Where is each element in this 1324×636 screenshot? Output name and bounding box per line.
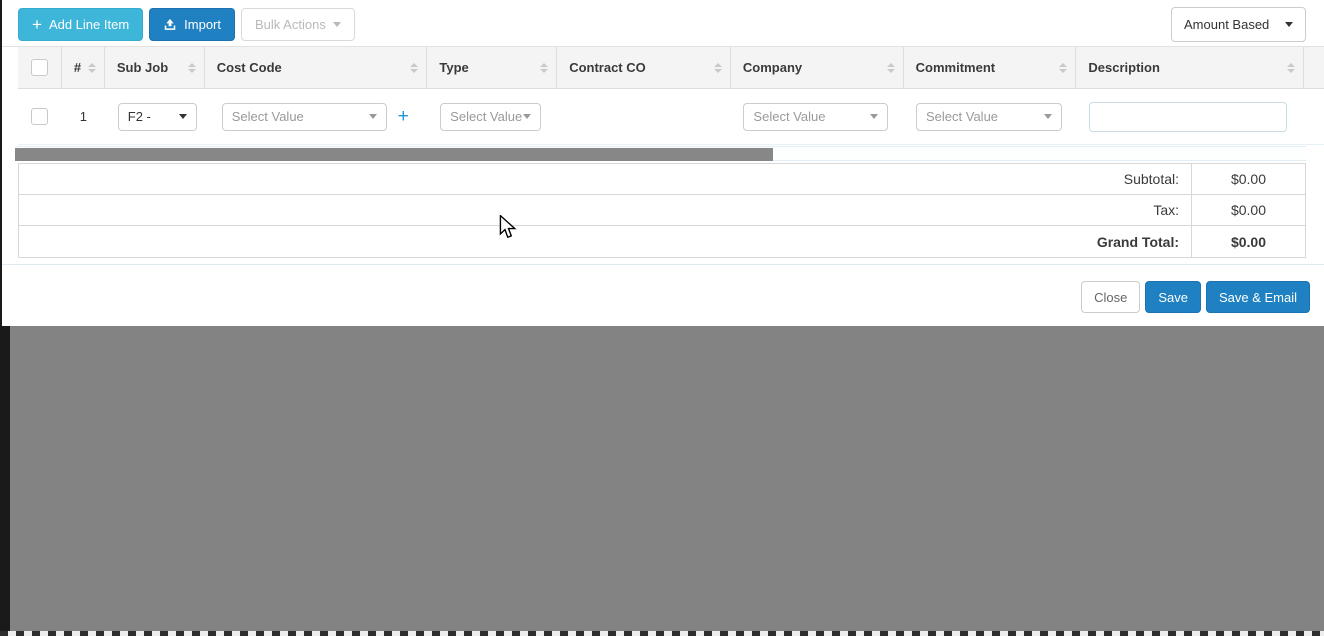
sort-icon[interactable] — [708, 62, 722, 73]
view-mode-select[interactable]: Amount Based — [1171, 7, 1306, 42]
totals-summary: Subtotal: $0.00 Tax: $0.00 Grand Total: … — [18, 163, 1306, 258]
sort-icon[interactable] — [404, 62, 419, 73]
tax-row: Tax: $0.00 — [19, 195, 1305, 226]
type-placeholder: Select Value — [450, 109, 523, 124]
window-left-edge — [0, 0, 2, 326]
toolbar: + Add Line Item Import Bulk Actions — [18, 8, 355, 41]
horizontal-scrollbar-track[interactable] — [15, 146, 1306, 161]
grand-total-row: Grand Total: $0.00 — [19, 226, 1305, 257]
sort-icon[interactable] — [881, 62, 895, 73]
subtotal-value: $0.00 — [1191, 164, 1305, 194]
bulk-actions-label: Bulk Actions — [255, 17, 326, 32]
row-commitment-cell: Select Value — [903, 89, 1076, 144]
tax-value: $0.00 — [1191, 195, 1305, 225]
header-commitment-label: Commitment — [915, 60, 996, 75]
tax-label: Tax: — [1153, 202, 1179, 218]
subtotal-row: Subtotal: $0.00 — [19, 164, 1305, 195]
commitment-select[interactable]: Select Value — [916, 102, 1062, 131]
grand-total-label: Grand Total: — [1096, 233, 1179, 250]
footer-actions: Close Save Save & Email — [1081, 281, 1310, 313]
cost-code-select[interactable]: Select Value — [221, 102, 387, 131]
header-checkbox-cell — [18, 47, 62, 88]
subtotal-label: Subtotal: — [1123, 171, 1179, 187]
header-sub-job: Sub Job — [105, 47, 205, 88]
import-button[interactable]: Import — [149, 8, 235, 41]
sort-icon[interactable] — [534, 62, 549, 73]
header-contract-co: Contract CO — [557, 47, 731, 88]
sort-icon[interactable] — [82, 62, 96, 73]
row-contract-co-cell — [557, 89, 731, 144]
caret-down-icon — [332, 22, 341, 27]
header-cost-code-label: Cost Code — [216, 60, 282, 75]
bulk-actions-button[interactable]: Bulk Actions — [241, 8, 355, 41]
overlay-left-strip — [0, 326, 10, 636]
table-row: 1 F2 - Select Value + Select Value Selec… — [18, 89, 1324, 145]
row-number: 1 — [79, 109, 87, 124]
row-sub-job-cell: F2 - — [105, 89, 205, 144]
save-and-email-button[interactable]: Save & Email — [1205, 281, 1310, 313]
grand-total-value: $0.00 — [1191, 226, 1305, 257]
header-number: # — [62, 47, 105, 88]
caret-down-icon — [368, 114, 377, 119]
caret-down-icon — [870, 114, 879, 119]
header-type: Type — [427, 47, 558, 88]
view-mode-value: Amount Based — [1184, 17, 1270, 32]
caret-down-icon — [178, 114, 187, 119]
sort-icon[interactable] — [1281, 62, 1295, 73]
row-number-cell: 1 — [62, 89, 105, 144]
row-overflow-sliver — [1303, 89, 1324, 144]
header-commitment: Commitment — [904, 47, 1077, 88]
header-description: Description — [1076, 47, 1304, 88]
row-type-cell: Select Value — [427, 89, 557, 144]
row-company-cell: Select Value — [730, 89, 903, 144]
row-checkbox[interactable] — [31, 108, 49, 125]
selection-dashed-border — [0, 631, 1324, 636]
modal-overlay-background — [0, 326, 1324, 636]
horizontal-scrollbar-thumb[interactable] — [15, 148, 773, 161]
caret-down-icon — [523, 114, 532, 119]
sort-icon[interactable] — [1053, 62, 1068, 73]
header-overflow-sliver — [1304, 47, 1324, 88]
add-cost-code-button[interactable]: + — [398, 107, 409, 126]
add-line-item-label: Add Line Item — [48, 17, 130, 32]
company-placeholder: Select Value — [753, 109, 826, 124]
description-input[interactable] — [1088, 101, 1287, 132]
header-company-label: Company — [742, 60, 803, 75]
line-items-table: # Sub Job Cost Code Type Contract CO Com… — [18, 47, 1324, 145]
type-select[interactable]: Select Value — [440, 102, 542, 131]
header-company: Company — [731, 47, 904, 88]
header-type-label: Type — [439, 60, 469, 75]
add-line-item-button[interactable]: + Add Line Item — [18, 8, 144, 41]
caret-down-icon — [1044, 114, 1052, 119]
sub-job-select[interactable]: F2 - — [117, 102, 197, 131]
import-label: Import — [184, 17, 221, 32]
close-button[interactable]: Close — [1081, 281, 1141, 313]
select-all-checkbox[interactable] — [30, 59, 48, 76]
plus-icon: + — [32, 15, 42, 34]
row-description-cell — [1076, 89, 1303, 144]
footer-divider — [0, 264, 1324, 265]
upload-icon — [163, 18, 177, 32]
header-sub-job-label: Sub Job — [116, 60, 169, 75]
header-number-label: # — [73, 60, 82, 75]
save-button[interactable]: Save — [1145, 281, 1201, 313]
header-description-label: Description — [1088, 60, 1160, 75]
commitment-placeholder: Select Value — [926, 109, 999, 124]
table-header-row: # Sub Job Cost Code Type Contract CO Com… — [18, 47, 1324, 89]
cost-code-placeholder: Select Value — [231, 109, 304, 124]
row-cost-code-cell: Select Value + — [205, 89, 427, 144]
sort-icon[interactable] — [182, 62, 196, 73]
sub-job-value: F2 - — [127, 109, 151, 124]
header-cost-code: Cost Code — [205, 47, 428, 88]
header-contract-co-label: Contract CO — [569, 60, 646, 75]
row-checkbox-cell — [18, 89, 62, 144]
caret-down-icon — [1285, 22, 1293, 27]
company-select[interactable]: Select Value — [743, 102, 889, 131]
